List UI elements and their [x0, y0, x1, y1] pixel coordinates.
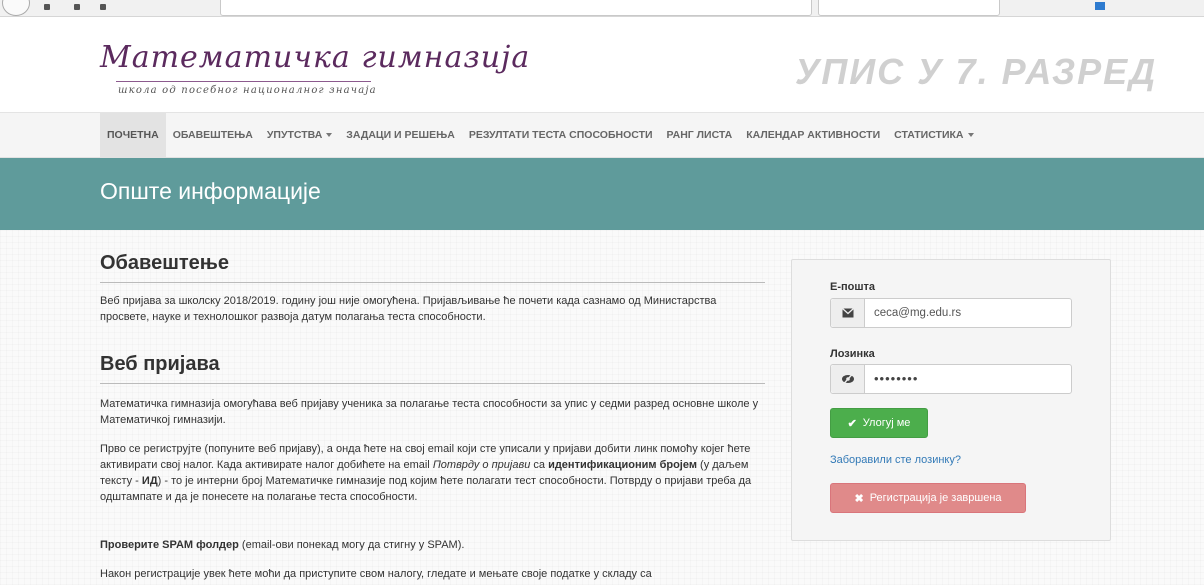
- forward-icon[interactable]: [44, 4, 50, 10]
- nav-item-instructions[interactable]: УПУТСТВА: [260, 113, 339, 157]
- home-icon[interactable]: [100, 4, 106, 10]
- nav-item-home[interactable]: ПОЧЕТНА: [100, 113, 166, 157]
- password-field[interactable]: ••••••••: [830, 364, 1072, 394]
- registration-closed-button[interactable]: ✖ Регистрација је завршена: [830, 483, 1026, 513]
- logo-underline: [116, 81, 371, 82]
- checkmark-icon: ✔: [847, 417, 857, 430]
- confirmation-emphasis: Потврду о пријави: [432, 459, 531, 471]
- notice-heading: Обавештење: [100, 250, 765, 283]
- nav-item-statistics[interactable]: СТАТИСТИКА: [887, 113, 980, 157]
- profile-icon[interactable]: [1095, 2, 1105, 10]
- back-button[interactable]: [2, 0, 30, 16]
- login-panel: Е-пошта ceca@mg.edu.rs Лозинка •••••••• …: [791, 259, 1111, 541]
- nav-list: ПОЧЕТНА ОБАВЕШТЕЊА УПУТСТВА ЗАДАЦИ И РЕШ…: [100, 113, 981, 157]
- main-navbar: ПОЧЕТНА ОБАВЕШТЕЊА УПУТСТВА ЗАДАЦИ И РЕШ…: [0, 113, 1204, 158]
- nav-item-test-results[interactable]: РЕЗУЛТАТИ ТЕСТА СПОСОБНОСТИ: [462, 113, 660, 157]
- registration-button-label: Регистрација је завршена: [869, 492, 1002, 504]
- caret-down-icon: [967, 133, 974, 138]
- page-banner: Опште информације: [0, 158, 1204, 230]
- enrollment-title: УПИС У 7. РАЗРЕД: [795, 51, 1158, 92]
- nav-item-calendar[interactable]: КАЛЕНДАР АКТИВНОСТИ: [739, 113, 887, 157]
- address-bar[interactable]: [220, 0, 812, 16]
- forgot-password-link[interactable]: Заборавили сте лозинку?: [830, 454, 961, 466]
- nav-label: УПУТСТВА: [266, 129, 323, 141]
- registration-instructions: Прво се региструјте (попуните веб пријав…: [100, 441, 760, 505]
- nav-item-notices[interactable]: ОБАВЕШТЕЊА: [166, 113, 260, 157]
- close-icon: ✖: [854, 492, 864, 505]
- nav-label: ЗАДАЦИ И РЕШЕЊА: [346, 129, 455, 141]
- envelope-icon: [831, 299, 865, 327]
- nav-label: КАЛЕНДАР АКТИВНОСТИ: [746, 129, 881, 141]
- notice-text: Веб пријава за школску 2018/2019. годину…: [100, 295, 717, 323]
- logo-subtitle: школа од посебног националног значаја: [118, 85, 377, 96]
- nav-label: ПОЧЕТНА: [107, 129, 159, 141]
- nav-label: СТАТИСТИКА: [894, 129, 964, 141]
- id-number-strong: идентификационим бројем: [548, 459, 697, 471]
- text-run: (email-ови понекад могу да стигну у SPAM…: [238, 539, 465, 551]
- email-label: Е-пошта: [830, 281, 876, 293]
- spam-notice: Проверите SPAM фолдер (email-ови понекад…: [100, 537, 760, 553]
- nav-label: РАНГ ЛИСТА: [666, 129, 733, 141]
- nav-label: ОБАВЕШТЕЊА: [172, 129, 253, 141]
- spam-strong: Проверите SPAM фолдер: [100, 539, 239, 551]
- nav-item-problems-solutions[interactable]: ЗАДАЦИ И РЕШЕЊА: [339, 113, 462, 157]
- web-intro-paragraph: Математичка гимназија омогућава веб приј…: [100, 398, 759, 426]
- password-value[interactable]: ••••••••: [865, 365, 1071, 393]
- logo-script-text: Математичка гимназија: [100, 40, 531, 75]
- caret-down-icon: [326, 133, 333, 138]
- account-access-paragraph: Након регистрације увек ћете моћи да при…: [100, 568, 652, 580]
- id-abbrev-strong: ИД: [141, 475, 158, 487]
- nav-item-rank-list[interactable]: РАНГ ЛИСТА: [660, 113, 740, 157]
- browser-search-bar[interactable]: [818, 0, 1000, 16]
- browser-toolbar: [0, 0, 1204, 17]
- email-field[interactable]: ceca@mg.edu.rs: [830, 298, 1072, 328]
- password-label: Лозинка: [830, 348, 875, 360]
- login-button[interactable]: ✔ Улогуј ме: [830, 408, 928, 438]
- refresh-icon[interactable]: [74, 4, 80, 10]
- nav-label: РЕЗУЛТАТИ ТЕСТА СПОСОБНОСТИ: [468, 129, 653, 141]
- page-title: Опште информације: [100, 178, 321, 204]
- eye-slash-icon: [831, 365, 865, 393]
- text-run: са: [530, 459, 549, 471]
- web-application-heading: Веб пријава: [100, 351, 765, 384]
- site-header: Математичка гимназија школа од посебног …: [0, 17, 1204, 113]
- school-logo[interactable]: Математичка гимназија школа од посебног …: [100, 40, 531, 97]
- text-run: ) - то је интерни број Математичке гимна…: [100, 475, 752, 503]
- login-button-label: Улогуј ме: [862, 417, 911, 429]
- email-value[interactable]: ceca@mg.edu.rs: [865, 299, 1071, 327]
